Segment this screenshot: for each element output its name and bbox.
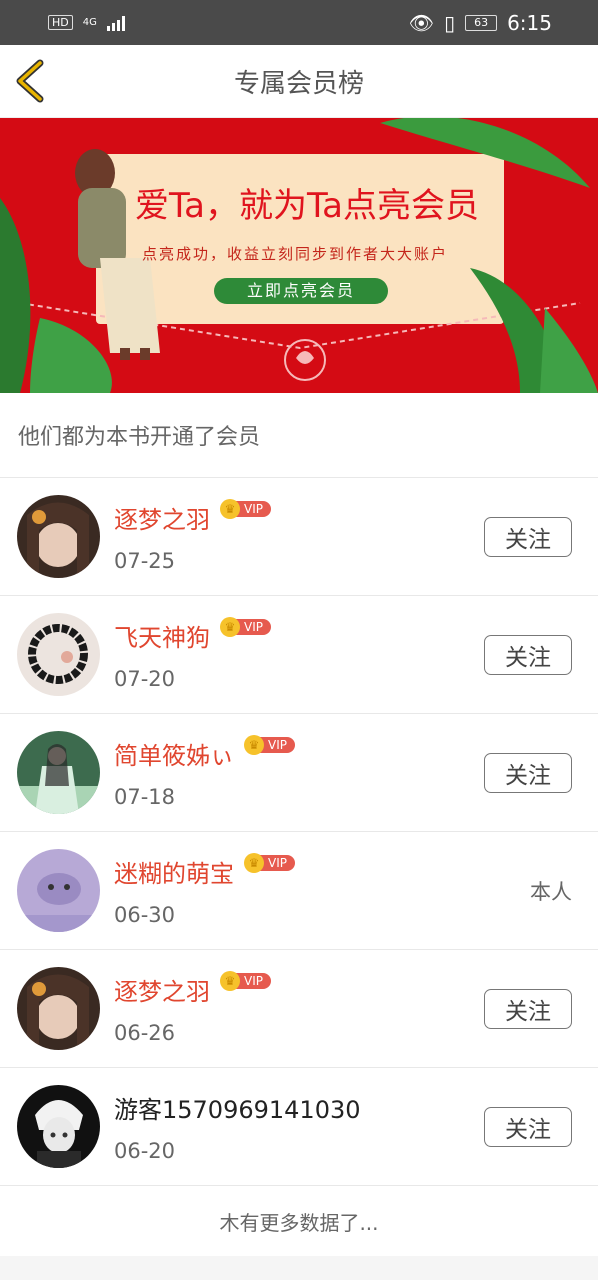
promo-banner[interactable]: 爱Ta，就为Ta点亮会员 点亮成功，收益立刻同步到作者大大账户 立即点亮会员 (0, 118, 598, 393)
avatar[interactable] (17, 967, 100, 1050)
vip-badge: ♛ VIP (220, 498, 271, 519)
follow-button[interactable]: 关注 (484, 516, 572, 557)
avatar[interactable] (17, 613, 100, 696)
member-info: 游客1570969141030 06-20 (114, 1090, 484, 1163)
member-info: 迷糊的萌宝 ♛ VIP 06-30 (114, 852, 530, 927)
clock: 6:15 (507, 10, 552, 35)
eye-icon: 👁 (408, 10, 435, 35)
member-name[interactable]: 简单筱姊ぃ (114, 736, 234, 771)
crown-icon: ♛ (220, 498, 240, 519)
join-date: 07-20 (114, 667, 176, 691)
member-name[interactable]: 逐梦之羽 (114, 500, 210, 535)
crown-icon: ♛ (244, 734, 264, 755)
battery-icon: 63 (465, 14, 498, 31)
hd-icon: HD (48, 15, 73, 30)
crown-icon: ♛ (220, 970, 240, 991)
light-up-member-button[interactable]: 立即点亮会员 (214, 278, 388, 304)
signal-icon (106, 15, 125, 31)
list-item[interactable]: 逐梦之羽 ♛ VIP 07-25 关注 (0, 478, 598, 596)
join-date: 06-20 (114, 1139, 176, 1163)
avatar[interactable] (17, 495, 100, 578)
member-info: 飞天神狗 ♛ VIP 07-20 (114, 616, 484, 691)
back-button[interactable] (12, 59, 52, 103)
member-list: 逐梦之羽 ♛ VIP 07-25 关注 飞天神狗 ♛ VIP 07-20 关注 简单… (0, 478, 598, 1186)
no-more-data-label: 木有更多数据了... (0, 1186, 598, 1256)
network-type: 4G (82, 17, 97, 28)
follow-button[interactable]: 关注 (484, 752, 572, 793)
crown-icon: ♛ (244, 852, 264, 873)
nav-bar: 专属会员榜 (0, 45, 598, 118)
banner-subtitle: 点亮成功，收益立刻同步到作者大大账户 (142, 245, 449, 263)
follow-button[interactable]: 关注 (484, 988, 572, 1029)
avatar[interactable] (17, 731, 100, 814)
list-item[interactable]: 逐梦之羽 ♛ VIP 06-26 关注 (0, 950, 598, 1068)
avatar[interactable] (17, 1085, 100, 1168)
banner-headline: 爱Ta，就为Ta点亮会员 (135, 186, 479, 226)
page-title: 专属会员榜 (233, 68, 364, 99)
follow-button[interactable]: 关注 (484, 1106, 572, 1147)
avatar[interactable] (17, 849, 100, 932)
chevron-left-icon (16, 59, 44, 103)
vip-badge: ♛ VIP (244, 852, 295, 873)
list-item[interactable]: 飞天神狗 ♛ VIP 07-20 关注 (0, 596, 598, 714)
follow-button[interactable]: 关注 (484, 634, 572, 675)
crown-icon: ♛ (220, 616, 240, 637)
member-info: 逐梦之羽 ♛ VIP 07-25 (114, 498, 484, 573)
join-date: 07-25 (114, 549, 176, 573)
vip-badge: ♛ VIP (220, 970, 271, 991)
list-item[interactable]: 游客1570969141030 06-20 关注 (0, 1068, 598, 1186)
member-info: 简单筱姊ぃ ♛ VIP 07-18 (114, 734, 484, 809)
list-item[interactable]: 迷糊的萌宝 ♛ VIP 06-30 本人 (0, 832, 598, 950)
member-name[interactable]: 游客1570969141030 (114, 1090, 361, 1125)
member-name[interactable]: 逐梦之羽 (114, 972, 210, 1007)
section-header: 他们都为本书开通了会员 (0, 393, 598, 478)
vibrate-icon: ▯ (444, 10, 456, 35)
join-date: 06-26 (114, 1021, 176, 1045)
join-date: 07-18 (114, 785, 176, 809)
member-name[interactable]: 迷糊的萌宝 (114, 854, 234, 889)
status-left: HD 4G (48, 15, 125, 31)
member-name[interactable]: 飞天神狗 (114, 618, 210, 653)
status-right: 👁 ▯ 63 6:15 (409, 11, 552, 35)
vip-badge: ♛ VIP (244, 734, 295, 755)
status-bar: HD 4G 👁 ▯ 63 6:15 (0, 0, 598, 45)
self-label: 本人 (530, 879, 572, 904)
member-info: 逐梦之羽 ♛ VIP 06-26 (114, 970, 484, 1045)
list-item[interactable]: 简单筱姊ぃ ♛ VIP 07-18 关注 (0, 714, 598, 832)
join-date: 06-30 (114, 903, 176, 927)
vip-badge: ♛ VIP (220, 616, 271, 637)
